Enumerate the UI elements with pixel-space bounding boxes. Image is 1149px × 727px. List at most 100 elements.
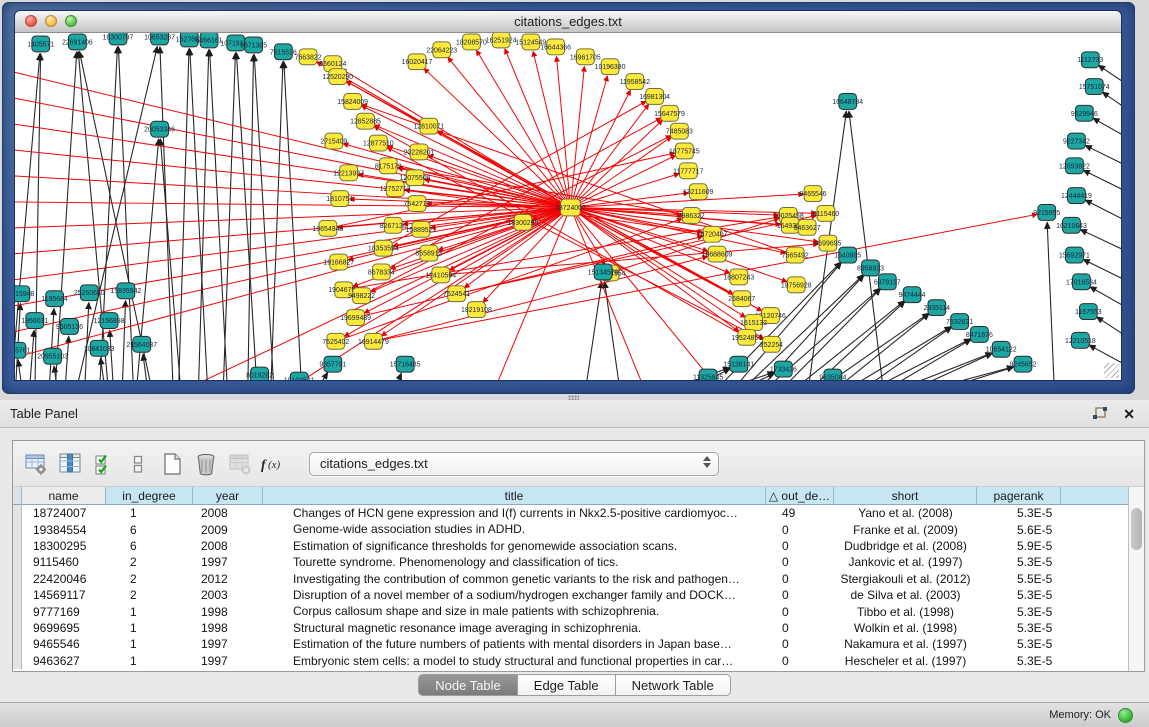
cell-title[interactable]: Corpus callosum shape and size in male p… xyxy=(263,603,766,619)
cell-out_degree[interactable]: 0 xyxy=(766,620,834,636)
cell-name[interactable]: 9115460 xyxy=(22,554,106,570)
scrollbar-thumb[interactable] xyxy=(1131,508,1142,550)
cell-in_degree[interactable]: 2 xyxy=(106,571,193,587)
cell-year[interactable]: 2003 xyxy=(193,587,263,603)
cell-out_degree[interactable]: 0 xyxy=(766,587,834,603)
cell-in_degree[interactable]: 6 xyxy=(106,521,193,537)
citation-network-graph[interactable]: 1872400776638229560124125202901582400912… xyxy=(15,33,1121,380)
column-header-in_degree[interactable]: in_degree xyxy=(106,487,193,505)
cell-short[interactable]: Dudbridge et al. (2008) xyxy=(834,538,977,554)
cell-out_degree[interactable]: 0 xyxy=(766,538,834,554)
cell-year[interactable]: 2012 xyxy=(193,571,263,587)
table-row[interactable]: 977716911998Corpus callosum shape and si… xyxy=(13,603,1129,619)
column-header-title[interactable]: title xyxy=(263,487,766,505)
cell-pagerank[interactable]: 5.6E-5 xyxy=(977,521,1061,537)
cell-pagerank[interactable]: 5.3E-5 xyxy=(977,653,1061,669)
cell-out_degree[interactable]: 0 xyxy=(766,603,834,619)
cell-short[interactable]: Franke et al. (2009) xyxy=(834,521,977,537)
cell-out_degree[interactable]: 49 xyxy=(766,505,834,521)
cell-year[interactable]: 1997 xyxy=(193,653,263,669)
tab-network-table[interactable]: Network Table xyxy=(616,674,731,696)
cell-short[interactable]: Yano et al. (2008) xyxy=(834,505,977,521)
cell-short[interactable]: Wolkin et al. (1998) xyxy=(834,620,977,636)
cell-short[interactable]: Nakamura et al. (1997) xyxy=(834,636,977,652)
cell-title[interactable]: Structural magnetic resonance image aver… xyxy=(263,620,766,636)
cell-year[interactable]: 2009 xyxy=(193,521,263,537)
table-row[interactable]: 1456911722003Disruption of a novel membe… xyxy=(13,587,1129,603)
table-row[interactable]: 946554611997Estimation of the future num… xyxy=(13,636,1129,652)
tab-edge-table[interactable]: Edge Table xyxy=(518,674,616,696)
cell-title[interactable]: Estimation of significance thresholds fo… xyxy=(263,538,766,554)
cell-pagerank[interactable]: 5.3E-5 xyxy=(977,554,1061,570)
cell-year[interactable]: 1997 xyxy=(193,554,263,570)
table-row[interactable]: 2242004622012Investigating the contribut… xyxy=(13,571,1129,587)
function-builder-icon[interactable]: f(x) xyxy=(259,450,289,478)
column-header-out_degree[interactable]: △ out_de… xyxy=(766,487,834,505)
new-table-icon[interactable] xyxy=(157,450,187,478)
cell-name[interactable]: 9463627 xyxy=(22,653,106,669)
cell-pagerank[interactable]: 5.3E-5 xyxy=(977,587,1061,603)
table-row[interactable]: 946362711997Embryonic stem cells: a mode… xyxy=(13,653,1129,669)
cell-in_degree[interactable]: 1 xyxy=(106,636,193,652)
cell-name[interactable]: 9777169 xyxy=(22,603,106,619)
cell-pagerank[interactable]: 5.3E-5 xyxy=(977,505,1061,521)
select-rows-check-icon[interactable] xyxy=(89,450,119,478)
cell-name[interactable]: 18300295 xyxy=(22,538,106,554)
vertical-scrollbar[interactable] xyxy=(1128,487,1144,671)
float-panel-icon[interactable] xyxy=(1092,407,1107,421)
cell-in_degree[interactable]: 1 xyxy=(106,653,193,669)
cell-pagerank[interactable]: 5.3E-5 xyxy=(977,620,1061,636)
cell-short[interactable]: de Silva et al. (2003) xyxy=(834,587,977,603)
cell-short[interactable]: Hescheler et al. (1997) xyxy=(834,653,977,669)
column-header-pagerank[interactable]: pagerank xyxy=(977,487,1061,505)
cell-title[interactable]: Changes of HCN gene expression and I(f) … xyxy=(263,505,766,521)
cell-in_degree[interactable]: 1 xyxy=(106,620,193,636)
column-header-year[interactable]: year xyxy=(193,487,263,505)
cell-title[interactable]: Investigating the contribution of common… xyxy=(263,571,766,587)
table-select-dropdown[interactable]: citations_edges.txt xyxy=(309,452,719,476)
show-column-icon[interactable] xyxy=(55,450,85,478)
cell-name[interactable]: 22420046 xyxy=(22,571,106,587)
table-row[interactable]: 911546021997Tourette syndrome. Phenomeno… xyxy=(13,554,1129,570)
column-header-short[interactable]: short xyxy=(834,487,977,505)
cell-pagerank[interactable]: 5.5E-5 xyxy=(977,571,1061,587)
cell-year[interactable]: 2008 xyxy=(193,505,263,521)
table-options-icon[interactable] xyxy=(21,450,51,478)
cell-out_degree[interactable]: 0 xyxy=(766,521,834,537)
cell-title[interactable]: Embryonic stem cells: a model to study s… xyxy=(263,653,766,669)
cell-in_degree[interactable]: 2 xyxy=(106,587,193,603)
network-window-titlebar[interactable]: citations_edges.txt xyxy=(15,11,1121,33)
row-height-icon[interactable] xyxy=(123,450,153,478)
cell-name[interactable]: 9465546 xyxy=(22,636,106,652)
cell-short[interactable]: Stergiakouli et al. (2012) xyxy=(834,571,977,587)
cell-title[interactable]: Disruption of a novel member of a sodium… xyxy=(263,587,766,603)
cell-pagerank[interactable]: 5.9E-5 xyxy=(977,538,1061,554)
cell-title[interactable]: Genome-wide association studies in ADHD. xyxy=(263,521,766,537)
cell-year[interactable]: 1998 xyxy=(193,603,263,619)
cell-year[interactable]: 1997 xyxy=(193,636,263,652)
cell-in_degree[interactable]: 6 xyxy=(106,538,193,554)
cell-in_degree[interactable]: 1 xyxy=(106,603,193,619)
cell-title[interactable]: Estimation of the future numbers of pati… xyxy=(263,636,766,652)
cell-name[interactable]: 9699695 xyxy=(22,620,106,636)
close-panel-icon[interactable]: ✕ xyxy=(1123,407,1135,421)
cell-out_degree[interactable]: 0 xyxy=(766,653,834,669)
cell-pagerank[interactable]: 5.3E-5 xyxy=(977,636,1061,652)
cell-name[interactable]: 18724007 xyxy=(22,505,106,521)
delete-rows-trash-icon[interactable] xyxy=(191,450,221,478)
table-row[interactable]: 969969511998Structural magnetic resonanc… xyxy=(13,620,1129,636)
cell-pagerank[interactable]: 5.3E-5 xyxy=(977,603,1061,619)
table-row[interactable]: 1938455462009Genome-wide association stu… xyxy=(13,521,1129,537)
resize-grip-icon[interactable] xyxy=(1104,363,1119,378)
cell-year[interactable]: 1998 xyxy=(193,620,263,636)
network-canvas[interactable]: 1872400776638229560124125202901582400912… xyxy=(15,33,1121,380)
cell-short[interactable]: Tibbo et al. (1998) xyxy=(834,603,977,619)
cell-short[interactable]: Jankovic et al. (1997) xyxy=(834,554,977,570)
cell-in_degree[interactable]: 1 xyxy=(106,505,193,521)
cell-in_degree[interactable]: 2 xyxy=(106,554,193,570)
cell-name[interactable]: 14569117 xyxy=(22,587,106,603)
cell-out_degree[interactable]: 0 xyxy=(766,571,834,587)
cell-year[interactable]: 2008 xyxy=(193,538,263,554)
column-header-name[interactable]: name xyxy=(22,487,106,505)
cell-out_degree[interactable]: 0 xyxy=(766,636,834,652)
